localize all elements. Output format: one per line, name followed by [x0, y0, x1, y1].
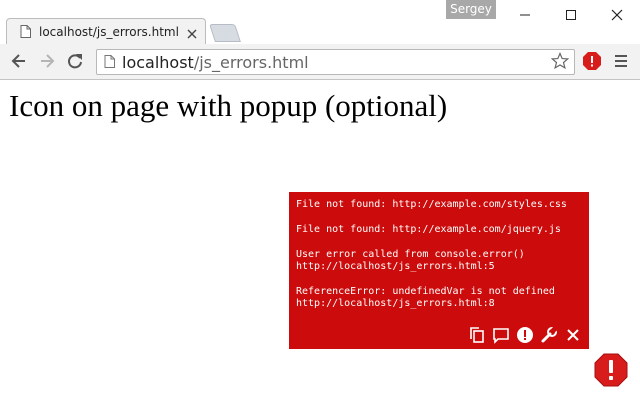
- minimize-button[interactable]: [502, 0, 548, 30]
- close-icon: [611, 9, 623, 21]
- error-message: User error called from console.error() h…: [296, 249, 567, 273]
- page-title: Icon on page with popup (optional): [9, 88, 448, 123]
- error-message: File not found: http://example.com/jquer…: [296, 224, 567, 236]
- back-arrow-icon[interactable]: [10, 52, 28, 75]
- wrench-icon[interactable]: [540, 326, 558, 344]
- browser-toolbar: localhost/js_errors.html: [0, 44, 640, 80]
- error-message-text: File not found: http://example.com/style…: [296, 199, 567, 210]
- page-info-icon[interactable]: [104, 55, 115, 73]
- error-message: ReferenceError: undefinedVar is not defi…: [296, 286, 567, 310]
- maximize-icon: [566, 10, 576, 20]
- close-icon[interactable]: [564, 326, 582, 344]
- page-icon: [20, 25, 31, 43]
- tab-title: localhost/js_errors.html: [39, 25, 179, 39]
- url-path: /js_errors.html: [193, 53, 309, 72]
- error-popup: File not found: http://example.com/style…: [289, 192, 589, 349]
- error-message-location: http://localhost/js_errors.html:8: [296, 298, 495, 309]
- error-message: File not found: http://example.com/style…: [296, 199, 567, 211]
- copy-icon[interactable]: [468, 326, 486, 344]
- close-window-button[interactable]: [594, 0, 640, 30]
- error-message-text: User error called from console.error(): [296, 249, 525, 260]
- address-bar[interactable]: localhost/js_errors.html: [96, 49, 575, 75]
- menu-icon[interactable]: [614, 53, 628, 74]
- popup-toolbar: [468, 326, 582, 344]
- error-message-location: http://localhost/js_errors.html:5: [296, 261, 495, 272]
- error-message-text: File not found: http://example.com/jquer…: [296, 224, 561, 235]
- error-message-list: File not found: http://example.com/style…: [296, 199, 567, 323]
- reload-icon[interactable]: [66, 52, 84, 75]
- close-tab-icon[interactable]: [187, 26, 197, 44]
- error-extension-icon[interactable]: [582, 51, 602, 76]
- url-host: localhost: [122, 53, 194, 72]
- minimize-icon: [520, 14, 530, 16]
- comment-icon[interactable]: [492, 326, 510, 344]
- profile-name-badge[interactable]: Sergey: [446, 0, 496, 19]
- error-message-text: ReferenceError: undefinedVar is not defi…: [296, 286, 555, 297]
- alert-icon[interactable]: [516, 326, 534, 344]
- forward-arrow-icon[interactable]: [38, 52, 56, 75]
- url-text: localhost/js_errors.html: [122, 53, 309, 72]
- new-tab-button[interactable]: [209, 24, 241, 42]
- browser-tab[interactable]: localhost/js_errors.html: [6, 18, 206, 45]
- bookmark-star-icon[interactable]: [550, 51, 570, 75]
- maximize-button[interactable]: [548, 0, 594, 30]
- error-alert-icon[interactable]: [594, 353, 628, 392]
